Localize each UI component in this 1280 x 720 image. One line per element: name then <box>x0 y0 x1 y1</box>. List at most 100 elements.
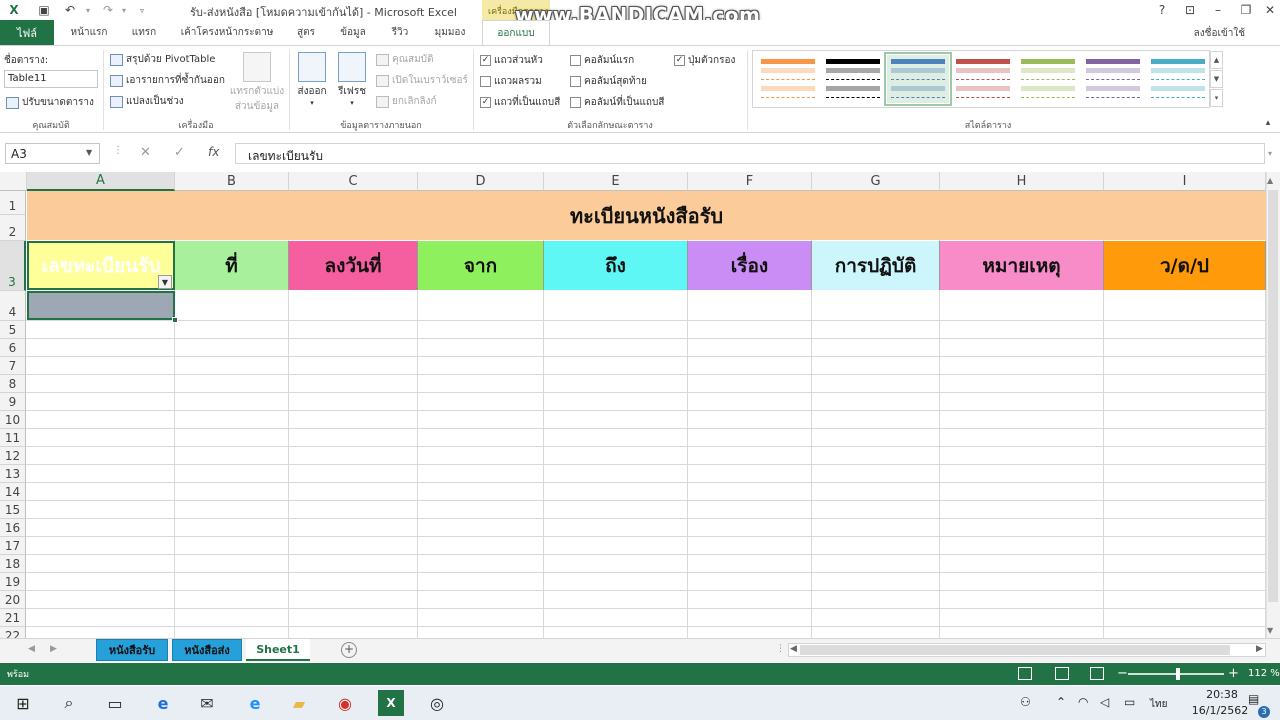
gallery-scroll-down-icon[interactable]: ▼ <box>1210 70 1223 88</box>
input-language[interactable]: ไทย <box>1150 697 1167 712</box>
add-sheet-icon[interactable]: + <box>341 642 357 658</box>
scroll-up-icon[interactable]: ▲ <box>1267 176 1273 185</box>
fill-handle[interactable] <box>172 317 178 323</box>
row-header-21[interactable]: 21 <box>0 609 26 627</box>
table-style-gallery[interactable] <box>752 50 1210 108</box>
scroll-right-icon[interactable]: ▶ <box>1256 644 1263 654</box>
column-header-e[interactable]: E <box>544 172 688 191</box>
formula-input[interactable]: เลขทะเบียนรับ <box>235 143 1265 164</box>
zoom-in-icon[interactable]: + <box>1228 666 1239 681</box>
table-header-cell[interactable]: เลขทะเบียนรับ <box>27 241 175 290</box>
column-header-c[interactable]: C <box>289 172 418 191</box>
refresh-button[interactable]: รีเฟรช ▾ <box>334 52 370 107</box>
last-column-checkbox[interactable]: คอลัมน์สุดท้าย <box>570 74 647 89</box>
row-header-17[interactable]: 17 <box>0 537 26 555</box>
sign-in-link[interactable]: ลงชื่อเข้าใช้ <box>1194 26 1245 41</box>
table-style-swatch[interactable] <box>952 55 1014 103</box>
scroll-left-icon[interactable]: ◀ <box>790 644 797 654</box>
close-icon[interactable]: ✕ <box>1256 0 1280 20</box>
name-box-dropdown-icon[interactable]: ▼ <box>86 148 92 157</box>
table-style-swatch[interactable] <box>1147 55 1209 103</box>
minimize-icon[interactable]: – <box>1204 0 1232 20</box>
task-view-icon[interactable]: ▭ <box>102 690 128 716</box>
table-banner-title[interactable]: ทะเบียนหนังสือรับ <box>27 191 1266 240</box>
row-header-8[interactable]: 8 <box>0 375 26 393</box>
edge-icon[interactable]: e <box>150 690 176 716</box>
tab-formulas[interactable]: สูตร <box>288 20 324 45</box>
table-style-swatch[interactable] <box>822 55 884 103</box>
zoom-slider-thumb[interactable] <box>1176 668 1180 680</box>
row-header-4[interactable]: 4 <box>0 291 26 321</box>
row-header-12[interactable]: 12 <box>0 447 26 465</box>
total-row-checkbox[interactable]: แถวผลรวม <box>480 74 542 89</box>
tab-file[interactable]: ไฟล์ <box>0 20 54 45</box>
show-hidden-icons-icon[interactable]: ⌃ <box>1056 695 1066 709</box>
save-icon[interactable]: ▣ <box>36 2 52 18</box>
internet-explorer-icon[interactable]: e <box>242 690 268 716</box>
row-header-2[interactable]: 2 <box>0 215 26 241</box>
active-table-row-cell[interactable] <box>27 291 175 320</box>
row-header-19[interactable]: 19 <box>0 573 26 591</box>
tab-view[interactable]: มุมมอง <box>422 20 478 45</box>
bandicam-icon[interactable]: ◎ <box>424 690 450 716</box>
gallery-more-icon[interactable]: ▾ <box>1210 89 1223 107</box>
battery-icon[interactable]: ▭ <box>1124 695 1135 709</box>
table-header-cell[interactable]: ที่ <box>175 241 289 290</box>
column-header-i[interactable]: I <box>1104 172 1266 191</box>
table-header-cell[interactable]: ลงวันที่ <box>289 241 418 290</box>
tab-review[interactable]: รีวิว <box>382 20 418 45</box>
column-header-g[interactable]: G <box>812 172 940 191</box>
insert-slicer-button[interactable]: แทรกตัวแบ่ง ส่วนข้อมูล <box>228 52 286 114</box>
row-header-11[interactable]: 11 <box>0 429 26 447</box>
row-header-18[interactable]: 18 <box>0 555 26 573</box>
zoom-level[interactable]: 112 % <box>1248 668 1280 679</box>
enter-icon[interactable]: ✓ <box>174 145 185 160</box>
filter-dropdown-icon[interactable]: ▼ <box>158 275 172 289</box>
column-header-a[interactable]: A <box>27 172 175 191</box>
excel-taskbar-icon[interactable]: X <box>378 690 404 716</box>
clock-time[interactable]: 20:38 <box>1192 688 1252 701</box>
table-name-input[interactable]: Table11 <box>4 70 98 88</box>
filter-button-checkbox[interactable]: ✓ ปุ่มตัวกรอง <box>674 53 735 68</box>
row-header-6[interactable]: 6 <box>0 339 26 357</box>
tab-data[interactable]: ข้อมูล <box>328 20 378 45</box>
people-icon[interactable]: ⚇ <box>1020 695 1031 709</box>
cancel-icon[interactable]: ✕ <box>140 145 151 160</box>
column-header-h[interactable]: H <box>940 172 1104 191</box>
tab-home[interactable]: หน้าแรก <box>60 20 118 45</box>
banded-rows-checkbox[interactable]: ✓ แถวที่เป็นแถบสี <box>480 95 560 110</box>
row-header-16[interactable]: 16 <box>0 519 26 537</box>
open-in-browser-button[interactable]: เปิดในเบราว์เซอร์ <box>376 73 468 88</box>
table-header-cell[interactable]: เรื่อง <box>688 241 812 290</box>
volume-icon[interactable]: ◁ <box>1100 695 1109 709</box>
customize-qat-icon[interactable]: ▿ <box>134 2 150 18</box>
table-header-cell[interactable]: ว/ด/ป <box>1104 241 1266 290</box>
file-explorer-icon[interactable]: ▰ <box>286 690 312 716</box>
tab-design[interactable]: ออกแบบ <box>482 20 550 45</box>
row-header-3[interactable]: 3 <box>0 241 26 291</box>
undo-dropdown-icon[interactable]: ▾ <box>80 2 96 18</box>
resize-table-button[interactable]: ปรับขนาดตาราง <box>6 95 94 110</box>
table-header-cell[interactable]: ถึง <box>544 241 688 290</box>
worksheet-grid[interactable]: ABCDEFGHI 1 2 3 4 5 6 7 8 9 10 11 12 13 14 15 16 17 18 19 2… <box>0 172 1266 638</box>
chrome-icon[interactable]: ◉ <box>332 690 358 716</box>
page-layout-view-icon[interactable] <box>1055 667 1069 680</box>
column-header-d[interactable]: D <box>418 172 544 191</box>
external-properties-button[interactable]: คุณสมบัติ <box>376 52 434 67</box>
table-header-cell[interactable]: หมายเหตุ <box>940 241 1104 290</box>
zoom-out-icon[interactable]: − <box>1117 666 1128 681</box>
row-header-15[interactable]: 15 <box>0 501 26 519</box>
table-header-cell[interactable]: การปฏิบัติ <box>812 241 940 290</box>
first-column-checkbox[interactable]: คอลัมน์แรก <box>570 53 634 68</box>
start-icon[interactable]: ⊞ <box>10 690 36 716</box>
sheet-tab-sent[interactable]: หนังสือส่ง <box>172 639 242 661</box>
row-header-1[interactable]: 1 <box>0 191 26 215</box>
summarize-pivot-button[interactable]: สรุปด้วย PivotTable <box>110 52 215 67</box>
row-header-9[interactable]: 9 <box>0 393 26 411</box>
undo-icon[interactable]: ↶ <box>62 2 78 18</box>
row-header-13[interactable]: 13 <box>0 465 26 483</box>
export-button[interactable]: ส่งออก ▾ <box>294 52 330 107</box>
vertical-scroll-thumb[interactable] <box>1268 190 1278 602</box>
header-row-checkbox[interactable]: ✓ แถวส่วนหัว <box>480 53 543 68</box>
sheet-tab-received[interactable]: หนังสือรับ <box>96 639 168 661</box>
